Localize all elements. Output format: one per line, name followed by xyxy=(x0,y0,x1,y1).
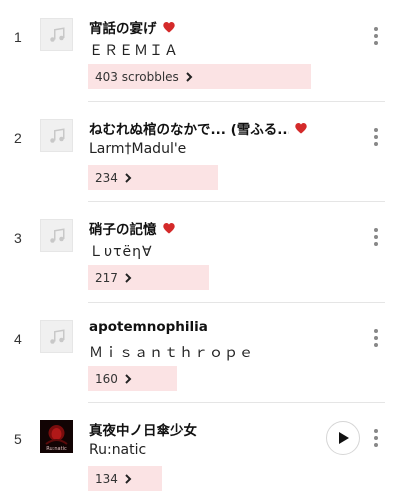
track-artist[interactable]: Ru:natic xyxy=(89,442,146,458)
track-rank: 4 xyxy=(14,331,22,347)
track-rank: 1 xyxy=(14,29,22,45)
scrobble-count-bar[interactable]: 403 scrobbles xyxy=(88,64,311,89)
chevron-right-icon xyxy=(125,473,132,484)
track-row: 3 硝子の記憶 Ｌυτëη∀ 217 xyxy=(0,201,401,301)
album-art-placeholder[interactable] xyxy=(40,219,73,252)
track-row: 1 宵話の宴げ ＥＲＥＭＩＡ 403 scrobbles xyxy=(0,0,401,100)
album-art-placeholder[interactable] xyxy=(40,320,73,353)
track-row: 4 apotemnophilia Ｍｉｓａｎｔｈｒｏｐｅ 160 xyxy=(0,302,401,402)
music-note-icon xyxy=(49,227,64,243)
cover-text: Ru:natic xyxy=(46,446,67,452)
play-button[interactable] xyxy=(326,421,360,455)
scrobble-count: 217 xyxy=(95,270,118,285)
heart-icon[interactable] xyxy=(295,122,307,134)
track-artist[interactable]: Ｌυτëη∀ xyxy=(89,241,153,261)
track-row: 5 Ru:natic 真夜中ノ日傘少女 Ru:natic 134 xyxy=(0,402,401,499)
album-art-placeholder[interactable] xyxy=(40,119,73,152)
track-row: 2 ねむれぬ棺のなかで... (雪ふる... Larm†Madul'e 234 xyxy=(0,101,401,201)
heart-icon[interactable] xyxy=(162,21,175,33)
music-note-icon xyxy=(49,328,64,344)
track-artist[interactable]: Ｍｉｓａｎｔｈｒｏｐｅ xyxy=(89,342,254,362)
track-rank: 3 xyxy=(14,230,22,246)
track-rank: 2 xyxy=(14,130,22,146)
scrobble-count: 234 xyxy=(95,170,118,185)
track-list: 1 宵話の宴げ ＥＲＥＭＩＡ 403 scrobbles 2 ねむれぬ棺のなかで… xyxy=(0,0,401,499)
scrobble-count-bar[interactable]: 160 xyxy=(88,366,177,391)
album-cover[interactable]: Ru:natic xyxy=(40,420,73,453)
track-rank: 5 xyxy=(14,431,22,447)
scrobble-count: 134 xyxy=(95,471,118,486)
chevron-right-icon xyxy=(186,71,193,82)
track-title[interactable]: 宵話の宴げ xyxy=(89,17,157,37)
more-options-button[interactable] xyxy=(373,228,379,246)
track-title[interactable]: 硝子の記憶 xyxy=(89,218,157,238)
chevron-right-icon xyxy=(125,373,132,384)
heart-icon[interactable] xyxy=(162,222,175,234)
more-options-button[interactable] xyxy=(373,329,379,347)
chevron-right-icon xyxy=(125,272,132,283)
track-title[interactable]: apotemnophilia xyxy=(89,319,208,335)
play-icon xyxy=(339,432,349,444)
track-title[interactable]: ねむれぬ棺のなかで... (雪ふる... xyxy=(89,118,289,138)
scrobble-count: 160 xyxy=(95,371,118,386)
scrobble-count: 403 scrobbles xyxy=(95,69,179,84)
music-note-icon xyxy=(49,127,64,143)
album-art-placeholder[interactable] xyxy=(40,18,73,51)
more-options-button[interactable] xyxy=(373,128,379,146)
more-options-button[interactable] xyxy=(373,429,379,447)
track-title[interactable]: 真夜中ノ日傘少女 xyxy=(89,419,197,439)
scrobble-count-bar[interactable]: 234 xyxy=(88,165,218,190)
scrobble-count-bar[interactable]: 217 xyxy=(88,265,209,290)
track-artist[interactable]: ＥＲＥＭＩＡ xyxy=(89,40,179,60)
scrobble-count-bar[interactable]: 134 xyxy=(88,466,162,491)
chevron-right-icon xyxy=(125,172,132,183)
album-cover-art: Ru:natic xyxy=(40,420,73,453)
track-artist[interactable]: Larm†Madul'e xyxy=(89,141,186,157)
music-note-icon xyxy=(49,26,64,42)
more-options-button[interactable] xyxy=(373,27,379,45)
